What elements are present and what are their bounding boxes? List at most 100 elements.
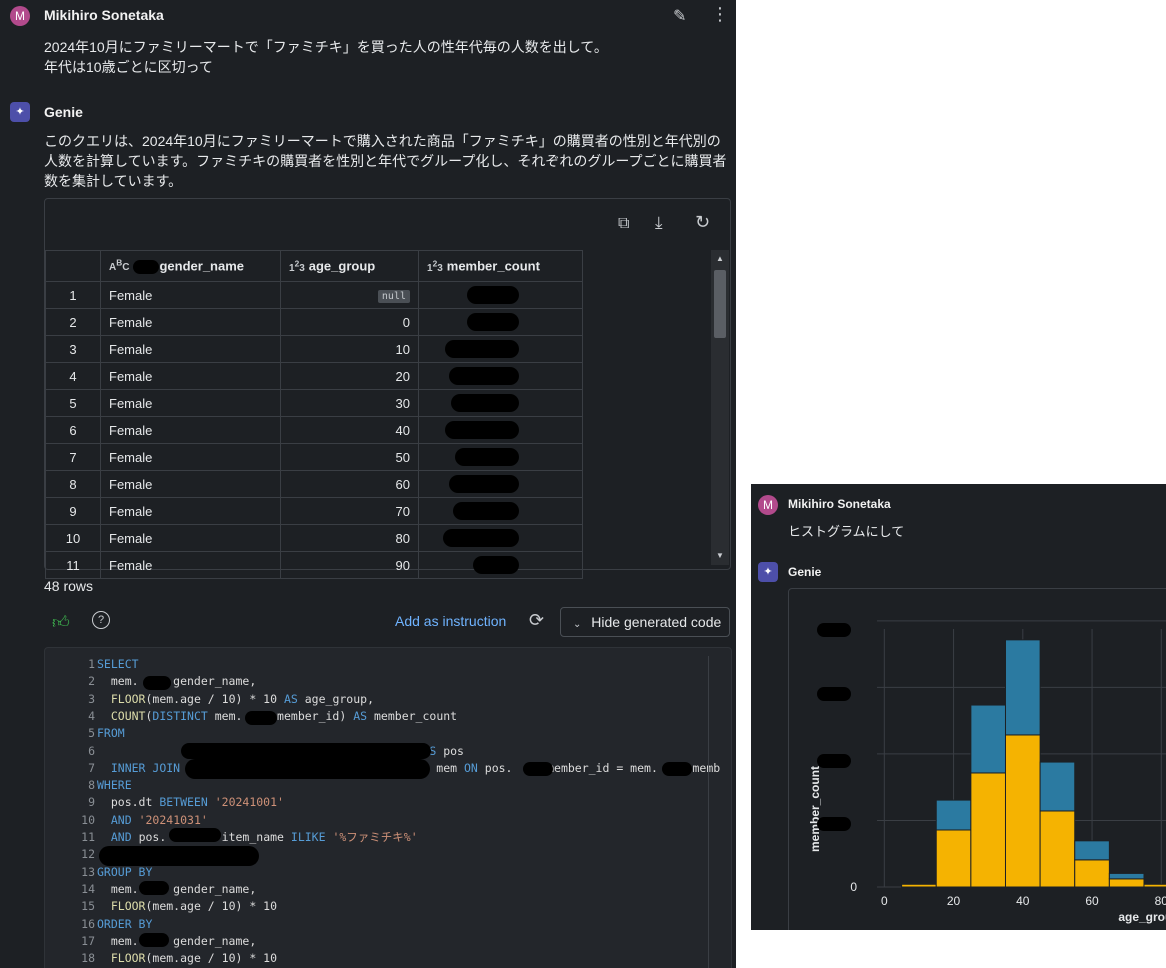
code-text: AND '20241031' (110, 812, 208, 827)
redacted-text (133, 259, 160, 274)
histogram-bar (935, 829, 972, 888)
member-count-cell (418, 551, 583, 579)
x-axis-label: age_group (1118, 910, 1166, 924)
table-row[interactable]: 1 Female null (45, 281, 583, 309)
code-line: 10 AND '20241031' (45, 812, 208, 829)
line-number: 6 (88, 743, 95, 758)
redacted-text (99, 846, 259, 866)
more-options-icon[interactable]: ⋮ (711, 4, 729, 25)
column-header-member-count[interactable]: 123 member_count (418, 250, 583, 282)
gender-cell: Female (100, 551, 281, 579)
column-header-age-group[interactable]: 123 age_group (280, 250, 419, 282)
histogram-bar (935, 799, 972, 831)
code-line: 5 FROM (45, 725, 125, 742)
code-text: mem. gender_name, (97, 933, 257, 948)
genie-reply-line-1: このクエリは、2024年10月にファミリーマートで購入された商品「ファミチキ」の… (44, 133, 721, 149)
table-row[interactable]: 11 Female 90 (45, 551, 583, 579)
code-line: 16 ORDER BY (45, 916, 152, 933)
table-header-row: ABC gender_name 123 age_group 123 member_co… (45, 250, 583, 282)
age-group-cell: 80 (280, 524, 419, 552)
gender-cell: Female (100, 497, 281, 525)
line-number: 16 (81, 916, 95, 931)
column-header-gender-name[interactable]: ABC gender_name (100, 250, 281, 282)
gender-cell: Female (100, 443, 281, 471)
line-number: 18 (81, 951, 95, 966)
table-row[interactable]: 6 Female 40 (45, 416, 583, 444)
line-number: 12 (81, 847, 95, 862)
result-table: ABC gender_name 123 age_group 123 member_co… (45, 250, 583, 579)
generated-code-block[interactable]: 1 SELECT 2 mem. gender_name, 3 FLOOR(mem.ag… (44, 647, 732, 968)
x-tick-label: 0 (881, 894, 888, 908)
table-scrollbar[interactable]: ▲ ▼ (711, 250, 729, 565)
add-as-instruction-link[interactable]: Add as instruction (395, 613, 506, 629)
edit-icon[interactable]: ✎ (673, 6, 686, 26)
copy-icon[interactable]: ⧉ (618, 215, 629, 233)
table-row[interactable]: 2 Female 0 (45, 308, 583, 336)
member-count-cell (418, 416, 583, 444)
table-row[interactable]: 3 Female 10 (45, 335, 583, 363)
gender-cell: Female (100, 470, 281, 498)
y-tick-label: 0 (850, 880, 857, 894)
table-row[interactable]: 5 Female 30 (45, 389, 583, 417)
redacted-text (169, 828, 221, 842)
regenerate-icon[interactable]: ⟳ (529, 610, 544, 631)
hide-generated-code-button[interactable]: ⌄ Hide generated code (560, 607, 730, 637)
member-count-cell (418, 497, 583, 525)
redacted-value (467, 286, 519, 304)
line-number: 10 (81, 812, 95, 827)
member-count-cell (418, 524, 583, 552)
thumbs-up-icon[interactable]: 👍︎ (52, 612, 70, 633)
table-row[interactable]: 7 Female 50 (45, 443, 583, 471)
gender-cell: Female (100, 524, 281, 552)
code-line: 18 FLOOR(mem.age / 10) * 10 (45, 950, 277, 967)
scroll-down-icon[interactable]: ▼ (716, 551, 724, 560)
code-line: 11 AND pos. item_name ILIKE '%ファミチキ%' (45, 829, 418, 846)
rows-count: 48 rows (44, 578, 94, 594)
age-group-cell: 10 (280, 335, 419, 363)
table-row[interactable]: 9 Female 70 (45, 497, 583, 525)
member-count-cell (418, 281, 583, 309)
text-type-icon: ABC (109, 258, 130, 274)
number-type-icon: 123 (289, 258, 305, 274)
download-icon[interactable]: ⤓ (655, 213, 663, 233)
histogram-bar (1004, 734, 1041, 888)
column-label: age_group (308, 258, 376, 274)
genie-reply-line-2: 人数を計算しています。ファミチキの購買者を性別と年代でグループ化し、それぞれのグ… (44, 153, 727, 169)
x-tick-label: 80 (1155, 894, 1166, 908)
redacted-tick-label (817, 817, 851, 831)
null-value: null (377, 290, 410, 303)
x-tick-label: 60 (1085, 894, 1099, 908)
redacted-tick-label (817, 754, 851, 768)
table-row[interactable]: 4 Female 20 (45, 362, 583, 390)
redacted-text (523, 762, 553, 776)
row-index: 11 (45, 551, 101, 579)
feedback-icon[interactable]: ? (92, 611, 110, 629)
code-line: 12 (45, 846, 97, 863)
table-row[interactable]: 10 Female 80 (45, 524, 583, 552)
code-text: FLOOR(mem.age / 10) * 10 (110, 899, 278, 914)
age-group-cell: 90 (280, 551, 419, 579)
user-message-line-1: 2024年10月にファミリーマートで「ファミチキ」を買った人の性年代毎の人数を出… (44, 39, 608, 55)
redacted-value (451, 394, 519, 412)
row-index: 8 (45, 470, 101, 498)
table-row[interactable]: 8 Female 60 (45, 470, 583, 498)
code-text: ORDER BY (97, 916, 153, 931)
line-number: 5 (88, 726, 95, 741)
code-text: pos.dt BETWEEN '20241001' (97, 795, 284, 810)
gender-cell: Female (100, 308, 281, 336)
histogram-bar (1074, 859, 1110, 888)
line-number: 4 (88, 708, 95, 723)
code-text: FLOOR(mem.age / 10) * 10 (110, 951, 278, 966)
refresh-icon[interactable]: ↻ (695, 212, 710, 233)
redacted-text (245, 711, 277, 725)
gender-cell: Female (100, 416, 281, 444)
row-index: 2 (45, 308, 101, 336)
code-scrollbar[interactable] (708, 656, 721, 968)
column-label: member_count (446, 258, 540, 274)
scrollbar-thumb[interactable] (714, 270, 726, 338)
redacted-value (445, 340, 519, 358)
scroll-up-icon[interactable]: ▲ (716, 254, 724, 263)
redacted-text (662, 762, 692, 776)
chevron-down-icon: ⌄ (573, 619, 582, 630)
histogram-bar (1039, 761, 1076, 812)
